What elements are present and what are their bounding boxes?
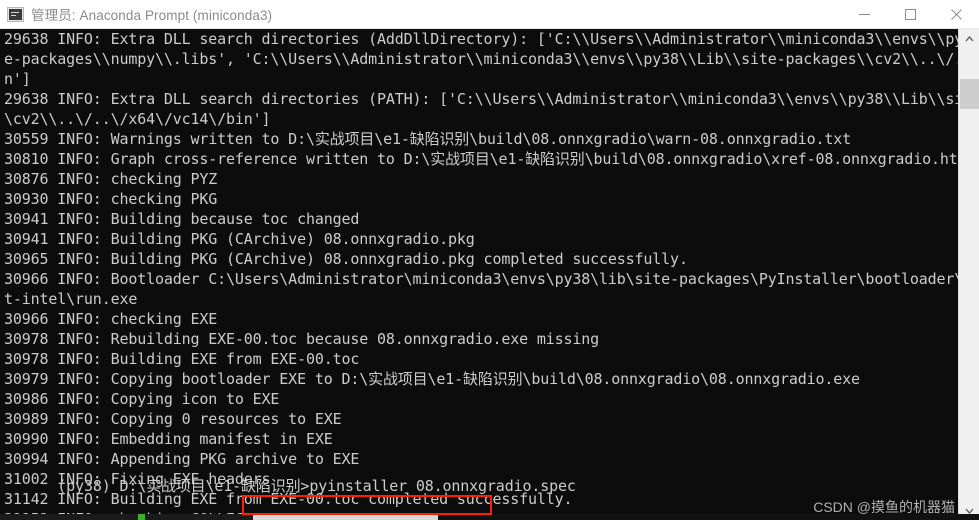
console-line: 30810 INFO: Graph cross-reference writte… — [4, 150, 958, 168]
console-line: 30966 INFO: checking EXE — [4, 310, 218, 328]
console-line: n'] — [4, 70, 31, 88]
prompt-prefix: (py38) D:\实战项目\e1-缺陷识别> — [57, 477, 310, 495]
console-line: 30978 INFO: Rebuilding EXE-00.toc becaus… — [4, 330, 600, 348]
maximize-button[interactable] — [887, 0, 933, 29]
chevron-down-icon — [965, 508, 973, 514]
console-line: 30941 INFO: Building PKG (CArchive) 08.o… — [4, 230, 475, 248]
console-line: 29638 INFO: Extra DLL search directories… — [4, 90, 958, 108]
close-button[interactable] — [933, 0, 979, 29]
vertical-scrollbar[interactable] — [958, 29, 979, 520]
command-prompt-line: (py38) D:\实战项目\e1-缺陷识别>pyinstaller 08.on… — [4, 456, 576, 516]
scrollbar-up-button[interactable] — [959, 29, 979, 48]
prompt-command: pyinstaller 08.onnxgradio.spec — [309, 477, 576, 495]
window-controls — [841, 0, 979, 29]
title-bar-left: 管理员: Anaconda Prompt (miniconda3) — [0, 4, 841, 24]
minimize-icon — [858, 13, 870, 15]
scrollbar-thumb[interactable] — [960, 79, 979, 109]
console-line: 30978 INFO: Building EXE from EXE-00.toc — [4, 350, 360, 368]
console-line: 30559 INFO: Warnings written to D:\实战项目\… — [4, 130, 852, 148]
minimize-button[interactable] — [841, 0, 887, 29]
console-icon — [7, 6, 24, 22]
console-line: e-packages\\numpy\\.libs', 'C:\\Users\\A… — [4, 50, 958, 68]
title-bar[interactable]: 管理员: Anaconda Prompt (miniconda3) — [0, 0, 979, 29]
console-line: 30989 INFO: Copying 0 resources to EXE — [4, 410, 342, 428]
console-line: 30965 INFO: Building PKG (CArchive) 08.o… — [4, 250, 688, 268]
console-line: 30990 INFO: Embedding manifest in EXE — [4, 430, 333, 448]
console-window: 管理员: Anaconda Prompt (miniconda3) 29638 … — [0, 0, 979, 520]
console-line: 30941 INFO: Building because toc changed — [4, 210, 360, 228]
console-line: t-intel\run.exe — [4, 290, 138, 308]
console-line: 30979 INFO: Copying bootloader EXE to D:… — [4, 370, 860, 388]
console-line: 30986 INFO: Copying icon to EXE — [4, 390, 280, 408]
console-log-lines: 29638 INFO: Extra DLL search directories… — [4, 29, 958, 520]
console-line: 30930 INFO: checking PKG — [4, 190, 218, 208]
console-line: 30876 INFO: checking PYZ — [4, 170, 218, 188]
console-line: \cv2\\..\/..\/x64\/vc14\/bin'] — [4, 110, 271, 128]
console-line: 30966 INFO: Bootloader C:\Users\Administ… — [4, 270, 958, 288]
console-output-area[interactable]: 29638 INFO: Extra DLL search directories… — [0, 29, 958, 520]
console-line: 29638 INFO: Extra DLL search directories… — [4, 30, 958, 48]
maximize-icon — [904, 8, 916, 20]
window-title: 管理员: Anaconda Prompt (miniconda3) — [31, 8, 273, 23]
csdn-watermark: CSDN @摸鱼的机器猫 — [813, 499, 955, 515]
close-icon — [950, 8, 962, 20]
chevron-up-icon — [965, 35, 973, 41]
